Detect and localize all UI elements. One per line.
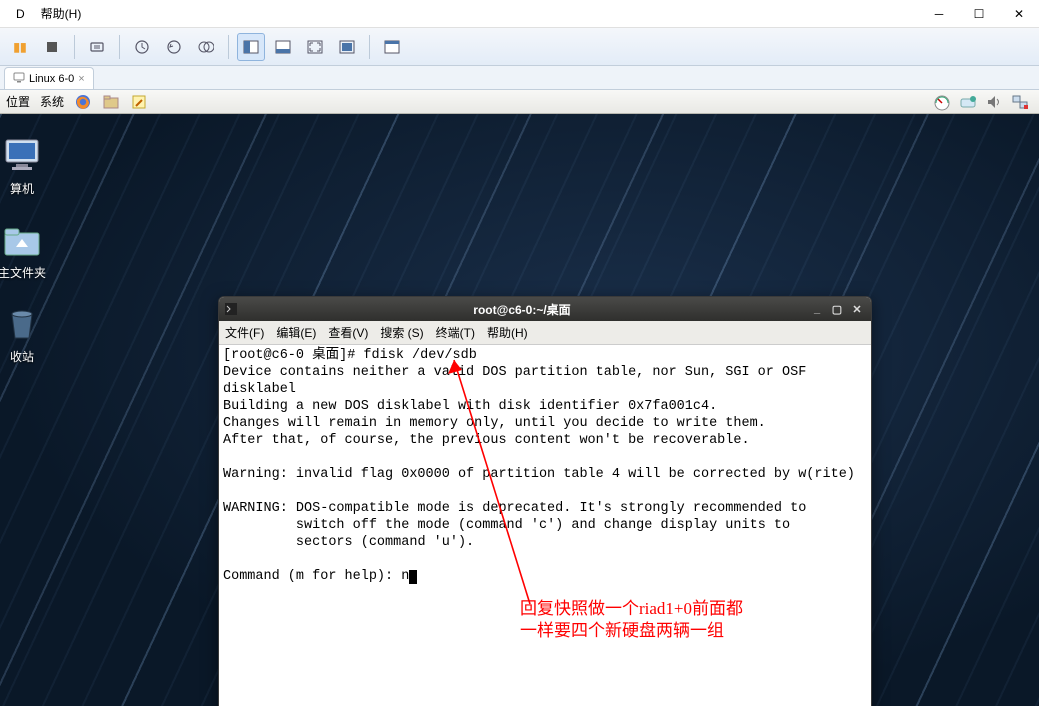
file-manager-icon[interactable] bbox=[102, 93, 120, 111]
snapshot-manager-button[interactable] bbox=[192, 33, 220, 61]
term-menu-edit[interactable]: 编辑(E) bbox=[276, 324, 316, 341]
stop-button[interactable] bbox=[38, 33, 66, 61]
tab-label: Linux 6-0 bbox=[29, 73, 74, 85]
terminal-cursor bbox=[409, 570, 417, 584]
desktop-home-folder[interactable]: 主文件夹 bbox=[0, 220, 54, 281]
guest-area: 位置 系统 bbox=[0, 90, 1039, 706]
guest-menu-location[interactable]: 位置 bbox=[6, 93, 30, 110]
view-console-button[interactable] bbox=[237, 33, 265, 61]
trash-icon bbox=[0, 304, 46, 344]
terminal-title: root@c6-0:~/桌面 bbox=[239, 301, 805, 318]
annotation-text: 回复快照做一个riad1+0前面都 一样要四个新硬盘两辆一组 bbox=[520, 598, 743, 642]
host-menu-help[interactable]: 帮助(H) bbox=[33, 1, 90, 26]
host-close-button[interactable]: ✕ bbox=[999, 0, 1039, 28]
performance-icon[interactable] bbox=[933, 93, 951, 111]
host-menu-d[interactable]: D bbox=[8, 3, 33, 25]
desk-label: 收站 bbox=[0, 348, 54, 365]
note-icon[interactable] bbox=[130, 93, 148, 111]
tab-strip: Linux 6-0 × bbox=[0, 66, 1039, 90]
fullscreen-button[interactable] bbox=[301, 33, 329, 61]
toolbar-sep bbox=[119, 35, 120, 59]
term-menu-view[interactable]: 查看(V) bbox=[328, 324, 368, 341]
host-min-button[interactable]: ─ bbox=[919, 0, 959, 28]
send-ctrlaltdel-button[interactable] bbox=[83, 33, 111, 61]
view-thumbnail-button[interactable] bbox=[269, 33, 297, 61]
terminal-titlebar[interactable]: root@c6-0:~/桌面 _ ▢ ✕ bbox=[219, 297, 871, 321]
tab-close[interactable]: × bbox=[78, 73, 84, 85]
toolbar-sep bbox=[228, 35, 229, 59]
host-menubar: D 帮助(H) bbox=[0, 0, 1039, 28]
guest-desktop[interactable]: 算机 主文件夹 收站 root@c6-0:~/桌面 _ ▢ ✕ bbox=[0, 114, 1039, 706]
tab-vm-icon bbox=[13, 71, 25, 86]
terminal-output: [root@c6-0 桌面]# fdisk /dev/sdb Device co… bbox=[223, 348, 855, 584]
terminal-content[interactable]: [root@c6-0 桌面]# fdisk /dev/sdb Device co… bbox=[219, 345, 871, 706]
host-max-button[interactable]: ☐ bbox=[959, 0, 999, 28]
terminal-app-icon bbox=[225, 303, 239, 315]
computer-icon bbox=[0, 136, 46, 176]
terminal-min-button[interactable]: _ bbox=[809, 301, 825, 317]
revert-snapshot-button[interactable] bbox=[160, 33, 188, 61]
desk-label: 算机 bbox=[0, 180, 54, 197]
home-folder-icon bbox=[0, 220, 46, 260]
desk-label: 主文件夹 bbox=[0, 264, 54, 281]
unity-button[interactable] bbox=[333, 33, 361, 61]
pause-button[interactable]: ▮▮ bbox=[6, 33, 34, 61]
snapshot-button[interactable] bbox=[128, 33, 156, 61]
guest-menu-system[interactable]: 系统 bbox=[40, 93, 64, 110]
desktop-trash[interactable]: 收站 bbox=[0, 304, 54, 365]
volume-icon[interactable] bbox=[985, 93, 1003, 111]
terminal-menubar: 文件(F) 编辑(E) 查看(V) 搜索 (S) 终端(T) 帮助(H) bbox=[219, 321, 871, 345]
toolbar-sep bbox=[74, 35, 75, 59]
term-menu-search[interactable]: 搜索 (S) bbox=[380, 324, 423, 341]
desktop-computer[interactable]: 算机 bbox=[0, 136, 54, 197]
firefox-icon[interactable] bbox=[74, 93, 92, 111]
inventory-button[interactable] bbox=[378, 33, 406, 61]
term-menu-help[interactable]: 帮助(H) bbox=[487, 324, 528, 341]
terminal-close-button[interactable]: ✕ bbox=[849, 301, 865, 317]
term-menu-terminal[interactable]: 终端(T) bbox=[436, 324, 475, 341]
guest-top-panel: 位置 系统 bbox=[0, 90, 1039, 114]
terminal-max-button[interactable]: ▢ bbox=[829, 301, 845, 317]
vm-tab[interactable]: Linux 6-0 × bbox=[4, 67, 94, 89]
update-icon[interactable] bbox=[959, 93, 977, 111]
term-menu-file[interactable]: 文件(F) bbox=[225, 324, 264, 341]
network-icon[interactable] bbox=[1011, 93, 1029, 111]
host-toolbar: ▮▮ bbox=[0, 28, 1039, 66]
terminal-window: root@c6-0:~/桌面 _ ▢ ✕ 文件(F) 编辑(E) 查看(V) 搜… bbox=[218, 296, 872, 706]
toolbar-sep bbox=[369, 35, 370, 59]
